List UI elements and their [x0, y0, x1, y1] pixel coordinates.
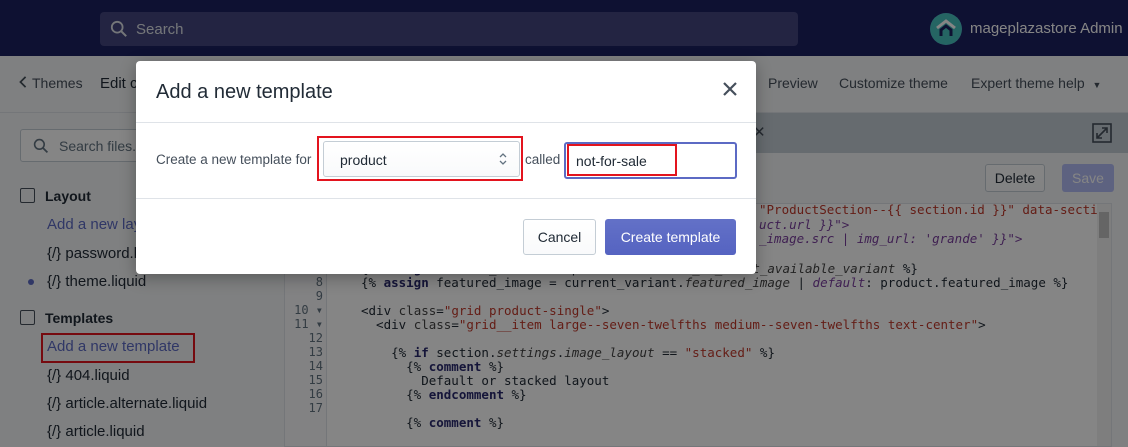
close-icon[interactable]	[719, 78, 741, 100]
modal-title: Add a new template	[156, 81, 333, 103]
add-template-modal: Add a new template Create a new template…	[136, 61, 756, 274]
create-template-button[interactable]: Create template	[605, 219, 736, 255]
highlight-box	[567, 144, 677, 176]
cancel-button[interactable]: Cancel	[523, 219, 596, 255]
called-label: called	[525, 152, 561, 167]
divider	[136, 198, 756, 199]
template-type-label: Create a new template for	[156, 152, 312, 167]
highlight-box	[317, 136, 523, 181]
divider	[136, 122, 756, 123]
